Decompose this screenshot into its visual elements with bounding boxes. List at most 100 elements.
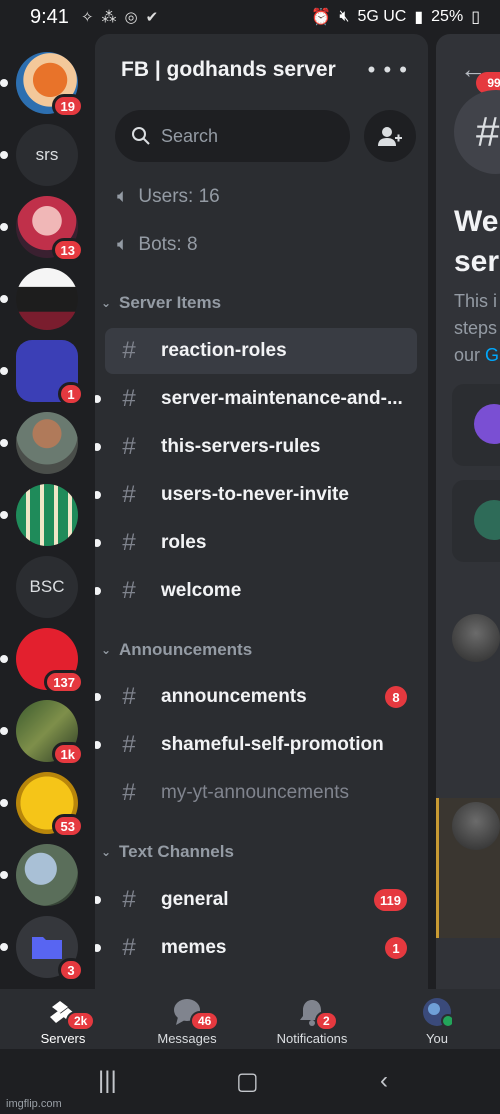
server-folder[interactable]: 3 xyxy=(0,916,84,982)
server-icon-tree-server[interactable] xyxy=(0,844,78,906)
channel-this-servers-rules[interactable]: # this-servers-rules xyxy=(95,424,417,470)
channel-shameful-self-promotion[interactable]: # shameful-self-promotion xyxy=(95,722,417,768)
desc-line: This i xyxy=(454,291,498,311)
category-announcements[interactable]: ⌄ Announcements xyxy=(101,640,252,660)
sparkle-icon: ✧ xyxy=(80,9,94,26)
bots-stat[interactable]: 🔈︎ Bots: 8 xyxy=(117,234,198,256)
locked-channel-icon: # xyxy=(122,934,136,961)
nav-notifications[interactable]: 2 Notifications xyxy=(257,997,367,1046)
back-icon[interactable]: ‹ xyxy=(380,1067,388,1095)
users-stat-label: Users: 16 xyxy=(138,186,220,207)
add-member-button[interactable] xyxy=(364,110,416,162)
status-notification-icons: ✧ ⁂ ◎ ✔ xyxy=(81,8,158,26)
unread-dot xyxy=(95,944,101,952)
channel-name: shameful-self-promotion xyxy=(161,734,384,755)
unread-indicator xyxy=(0,871,8,879)
server-icon-red-anime[interactable]: 13 xyxy=(0,196,84,262)
channel-announcements[interactable]: # announcements 8 xyxy=(95,674,417,720)
bell-icon: 2 xyxy=(297,997,338,1031)
unread-dot xyxy=(95,587,101,595)
locked-channel-icon: # xyxy=(122,433,136,460)
channel-memes[interactable]: # memes 1 xyxy=(95,925,417,971)
voice-locked-icon: 🔈︎ xyxy=(117,186,129,207)
server-header[interactable]: FB | godhands server • • • xyxy=(121,54,408,86)
channel-hash-icon: # xyxy=(454,90,500,174)
channel-general[interactable]: # general 119 xyxy=(95,877,417,923)
server-label-bsc: BSC xyxy=(16,556,78,618)
server-avatar xyxy=(16,484,78,546)
unread-indicator xyxy=(0,151,8,159)
recent-apps-icon[interactable]: ||| xyxy=(98,1067,117,1095)
server-icon-class-1a[interactable] xyxy=(0,484,78,546)
nav-messages[interactable]: 46 Messages xyxy=(132,997,242,1046)
nav-label: Notifications xyxy=(276,1031,348,1046)
server-icon-dollar-server[interactable]: 53 xyxy=(0,772,84,838)
channel-name: roles xyxy=(161,532,207,553)
channel-roles[interactable]: # roles xyxy=(95,520,417,566)
server-icon-the-rock[interactable] xyxy=(0,412,78,474)
unread-indicator xyxy=(0,799,8,807)
chat-preview-peek[interactable]: ← 99 # We ser This i steps our G xyxy=(436,34,500,989)
server-icon-blue-server[interactable]: 1 xyxy=(0,340,84,406)
category-server-items[interactable]: ⌄ Server Items xyxy=(101,293,221,313)
server-avatar xyxy=(16,412,78,474)
locked-channel-icon: # xyxy=(122,577,136,604)
channel-name: announcements xyxy=(161,686,307,707)
unread-dot xyxy=(95,896,101,904)
nav-label: You xyxy=(426,1031,448,1046)
locked-channel-icon: # xyxy=(122,683,136,710)
mention-badge: 1 xyxy=(385,937,407,959)
mention-badge: 1 xyxy=(58,382,84,406)
guide-link[interactable]: G xyxy=(485,345,499,365)
bots-stat-label: Bots: 8 xyxy=(138,234,198,255)
status-time: 9:41 xyxy=(30,5,69,28)
mention-badge: 8 xyxy=(385,686,407,708)
category-text-channels[interactable]: ⌄ Text Channels xyxy=(101,842,234,862)
mute-icon: 🔇︎ xyxy=(339,8,350,25)
folder-icon xyxy=(32,937,62,959)
mention-badge: 3 xyxy=(58,958,84,982)
more-options-button[interactable]: • • • xyxy=(368,59,408,81)
message-avatar[interactable] xyxy=(452,614,500,662)
voice-locked-icon: 🔈︎ xyxy=(117,234,129,255)
channel-reaction-roles[interactable]: # reaction-roles xyxy=(105,328,417,374)
onboarding-card[interactable] xyxy=(452,480,500,562)
phone-icon xyxy=(474,404,500,444)
server-rail: 19 srs 13 1 BSC 137 1k 53 3 xyxy=(0,34,95,989)
nav-you[interactable]: You xyxy=(382,997,492,1046)
status-bar: 9:41 ✧ ⁂ ◎ ✔ ⏰ 🔇︎ 5G UC ▮ 25% ▯ xyxy=(0,0,500,34)
mention-badge: 137 xyxy=(44,670,84,694)
server-icon-maid-anime[interactable] xyxy=(0,268,78,330)
signal-icon: ▮ xyxy=(414,9,424,26)
channel-my-yt-announcements[interactable]: # my-yt-announcements xyxy=(105,770,417,816)
mention-badge: 53 xyxy=(51,814,84,838)
server-icon-haikyuu[interactable]: 19 xyxy=(0,52,84,118)
mention-badge: 13 xyxy=(51,238,84,262)
unread-indicator xyxy=(0,79,8,87)
server-icon-srs[interactable]: srs xyxy=(0,124,78,186)
server-icon-red-axes[interactable]: 137 xyxy=(0,628,84,694)
channel-name: server-maintenance-and-... xyxy=(161,388,403,409)
add-user-icon xyxy=(378,127,402,146)
channel-users-to-never-invite[interactable]: # users-to-never-invite xyxy=(95,472,417,518)
server-icon-meme-server[interactable]: 1k xyxy=(0,700,84,766)
channel-name: this-servers-rules xyxy=(161,436,321,457)
nav-servers[interactable]: 2k Servers xyxy=(8,997,118,1046)
category-label: Text Channels xyxy=(119,842,234,861)
onboarding-card[interactable] xyxy=(452,384,500,466)
nav-badge: 2k xyxy=(66,1011,96,1031)
server-icon-bsc[interactable]: BSC xyxy=(16,556,78,618)
channel-welcome[interactable]: # welcome xyxy=(95,568,417,614)
message-avatar[interactable] xyxy=(452,802,500,850)
users-stat[interactable]: 🔈︎ Users: 16 xyxy=(117,186,220,208)
home-icon[interactable]: ▢ xyxy=(236,1067,259,1096)
channel-server-maintenance[interactable]: # server-maintenance-and-... xyxy=(95,376,417,422)
unread-dot xyxy=(95,539,101,547)
search-input[interactable]: Search xyxy=(115,110,350,162)
channel-name: users-to-never-invite xyxy=(161,484,349,505)
locked-channel-icon: # xyxy=(122,385,136,412)
mention-badge: 119 xyxy=(374,889,407,911)
brush-icon xyxy=(474,500,500,540)
unread-dot xyxy=(95,491,101,499)
battery-icon: ▯ xyxy=(471,9,480,26)
